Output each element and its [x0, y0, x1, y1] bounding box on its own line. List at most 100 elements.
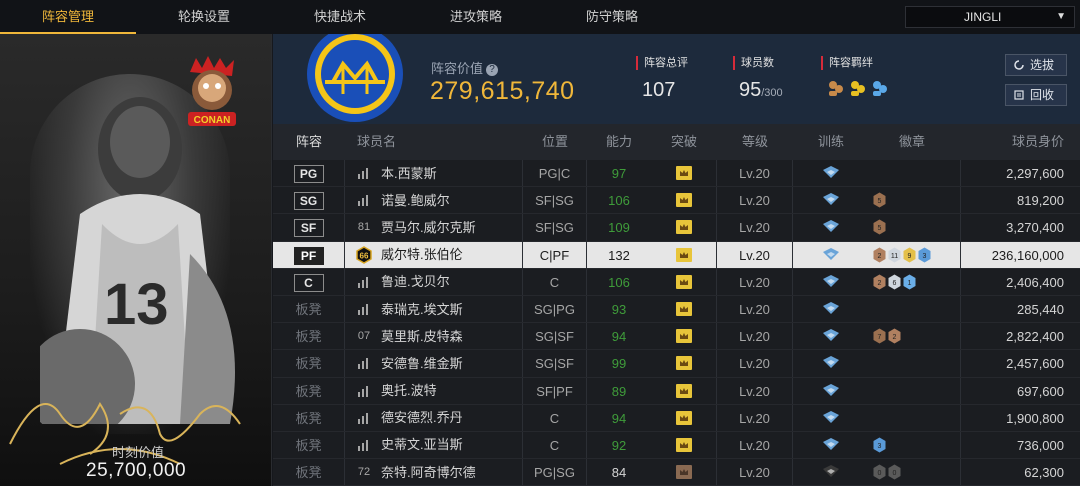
badges-cell[interactable]: 2 11 9 3 — [869, 241, 961, 268]
badges-cell[interactable] — [869, 350, 961, 377]
training-cell[interactable] — [793, 350, 869, 376]
slot-cell[interactable]: 板凳 — [273, 459, 345, 486]
training-icon[interactable] — [821, 464, 841, 480]
training-icon[interactable] — [821, 383, 841, 399]
breakthrough-cell[interactable] — [651, 187, 717, 214]
training-cell[interactable] — [793, 405, 869, 431]
help-icon[interactable]: ? — [486, 64, 499, 76]
name-cell[interactable]: 泰瑞克.埃文斯 — [345, 295, 523, 323]
training-cell[interactable] — [793, 323, 869, 349]
name-cell[interactable]: 72 奈特.阿奇博尔德 — [345, 459, 523, 486]
training-cell[interactable] — [793, 214, 869, 240]
badge-icon[interactable]: 5 — [873, 219, 886, 235]
training-cell[interactable] — [793, 432, 869, 458]
tab-offense[interactable]: 进攻策略 — [408, 0, 544, 34]
training-cell[interactable] — [793, 296, 869, 322]
badges-cell[interactable]: 3 — [869, 431, 961, 459]
table-row[interactable]: SF 81 贾马尔.威尔克斯 SF|SG 109 Lv.20 5 3,270,40… — [273, 214, 1080, 242]
training-icon[interactable] — [821, 247, 841, 263]
badges-cell[interactable]: 72 — [869, 323, 961, 350]
badge-icon[interactable]: 0 — [888, 464, 901, 480]
badge-icon[interactable]: 2 — [873, 274, 886, 290]
name-cell[interactable]: 奥托.波特 — [345, 377, 523, 404]
breakthrough-cell[interactable] — [651, 160, 717, 187]
training-icon[interactable] — [821, 355, 841, 371]
crown-icon[interactable] — [675, 410, 693, 426]
crown-icon[interactable] — [675, 219, 693, 235]
breakthrough-cell[interactable] — [651, 241, 717, 268]
badges-cell[interactable] — [869, 404, 961, 431]
crown-icon[interactable] — [675, 192, 693, 208]
breakthrough-cell[interactable] — [651, 295, 717, 323]
table-row[interactable]: PG 本.西蒙斯 PG|C 97 Lv.20 2,297,600 — [273, 160, 1080, 188]
crown-icon[interactable] — [675, 383, 693, 399]
slot-cell[interactable]: 板凳 — [273, 295, 345, 323]
training-icon[interactable] — [821, 301, 841, 317]
breakthrough-cell[interactable] — [651, 350, 717, 377]
tab-defense[interactable]: 防守策略 — [544, 0, 680, 34]
table-row[interactable]: 板凳 德安德烈.乔丹 C 94 Lv.20 1,900,800 — [273, 404, 1080, 432]
badge-icon[interactable]: 3 — [918, 247, 931, 263]
badge-icon[interactable]: 3 — [873, 437, 886, 453]
training-icon[interactable] — [821, 165, 841, 181]
training-cell[interactable] — [793, 242, 869, 268]
table-row[interactable]: 板凳 泰瑞克.埃文斯 SG|PG 93 Lv.20 285,440 — [273, 295, 1080, 324]
badges-cell[interactable] — [869, 377, 961, 404]
slot-cell[interactable]: 板凳 — [273, 404, 345, 431]
training-cell[interactable] — [793, 459, 869, 485]
name-cell[interactable]: 德安德烈.乔丹 — [345, 404, 523, 431]
table-row[interactable]: 板凳 72 奈特.阿奇博尔德 PG|SG 84 Lv.20 00 62,300 — [273, 459, 1080, 486]
tab-rotation[interactable]: 轮换设置 — [136, 0, 272, 34]
slot-cell[interactable]: SG — [273, 187, 345, 214]
training-cell[interactable] — [793, 187, 869, 213]
name-cell[interactable]: 鲁迪.戈贝尔 — [345, 268, 523, 295]
training-cell[interactable] — [793, 269, 869, 295]
crown-icon[interactable] — [675, 355, 693, 371]
badges-cell[interactable]: 5 — [869, 187, 961, 214]
slot-cell[interactable]: PG — [273, 160, 345, 187]
slot-cell[interactable]: 板凳 — [273, 323, 345, 350]
breakthrough-cell[interactable] — [651, 323, 717, 350]
crown-icon[interactable] — [675, 301, 693, 317]
name-cell[interactable]: 66 威尔特.张伯伦 — [345, 241, 523, 268]
badge-icon[interactable]: 2 — [888, 328, 901, 344]
name-cell[interactable]: 安德鲁.维金斯 — [345, 350, 523, 377]
table-row[interactable]: PF 66 威尔特.张伯伦 C|PF 132 Lv.20 2 11 9 3 236,16… — [273, 241, 1080, 269]
badges-cell[interactable]: 5 — [869, 214, 961, 241]
slot-cell[interactable]: SF — [273, 214, 345, 241]
table-row[interactable]: 板凳 史蒂文.亚当斯 C 92 Lv.20 3 736,000 — [273, 431, 1080, 460]
name-cell[interactable]: 诺曼.鲍威尔 — [345, 187, 523, 214]
badge-icon[interactable]: 1 — [903, 274, 916, 290]
slot-cell[interactable]: 板凳 — [273, 431, 345, 459]
badge-icon[interactable]: 6 — [888, 274, 901, 290]
name-cell[interactable]: 本.西蒙斯 — [345, 160, 523, 187]
table-row[interactable]: 板凳 07 莫里斯.皮特森 SG|SF 94 Lv.20 72 2,822,400 — [273, 323, 1080, 351]
tab-quick-tactics[interactable]: 快捷战术 — [272, 0, 408, 34]
name-cell[interactable]: 81 贾马尔.威尔克斯 — [345, 214, 523, 241]
crown-icon[interactable] — [675, 437, 693, 453]
breakthrough-cell[interactable] — [651, 214, 717, 241]
training-icon[interactable] — [821, 219, 841, 235]
training-icon[interactable] — [821, 274, 841, 290]
tab-lineup[interactable]: 阵容管理 — [0, 0, 136, 34]
bond-icon-bronze[interactable] — [827, 79, 845, 97]
crown-icon[interactable] — [675, 274, 693, 290]
slot-cell[interactable]: C — [273, 268, 345, 295]
training-icon[interactable] — [821, 410, 841, 426]
breakthrough-cell[interactable] — [651, 431, 717, 459]
table-row[interactable]: 板凳 安德鲁.维金斯 SG|SF 99 Lv.20 2,457,600 — [273, 350, 1080, 378]
table-row[interactable]: SG 诺曼.鲍威尔 SF|SG 106 Lv.20 5 819,200 — [273, 187, 1080, 215]
recycle-button[interactable]: 回收 — [1005, 84, 1067, 106]
team-select-dropdown[interactable]: JINGLI ▼ — [905, 6, 1075, 28]
training-cell[interactable] — [793, 160, 869, 186]
breakthrough-cell[interactable] — [651, 268, 717, 295]
training-cell[interactable] — [793, 378, 869, 404]
badge-icon[interactable]: 11 — [888, 247, 901, 263]
training-icon[interactable] — [821, 437, 841, 453]
table-row[interactable]: C 鲁迪.戈贝尔 C 106 Lv.20 2 6 1 2,406,400 — [273, 268, 1080, 296]
training-icon[interactable] — [821, 192, 841, 208]
badges-cell[interactable]: 2 6 1 — [869, 268, 961, 295]
player-card[interactable]: 13 CONAN 时刻价值 25,700,000 — [0, 34, 272, 486]
badge-icon[interactable]: 0 — [873, 464, 886, 480]
badge-icon[interactable]: 9 — [903, 247, 916, 263]
